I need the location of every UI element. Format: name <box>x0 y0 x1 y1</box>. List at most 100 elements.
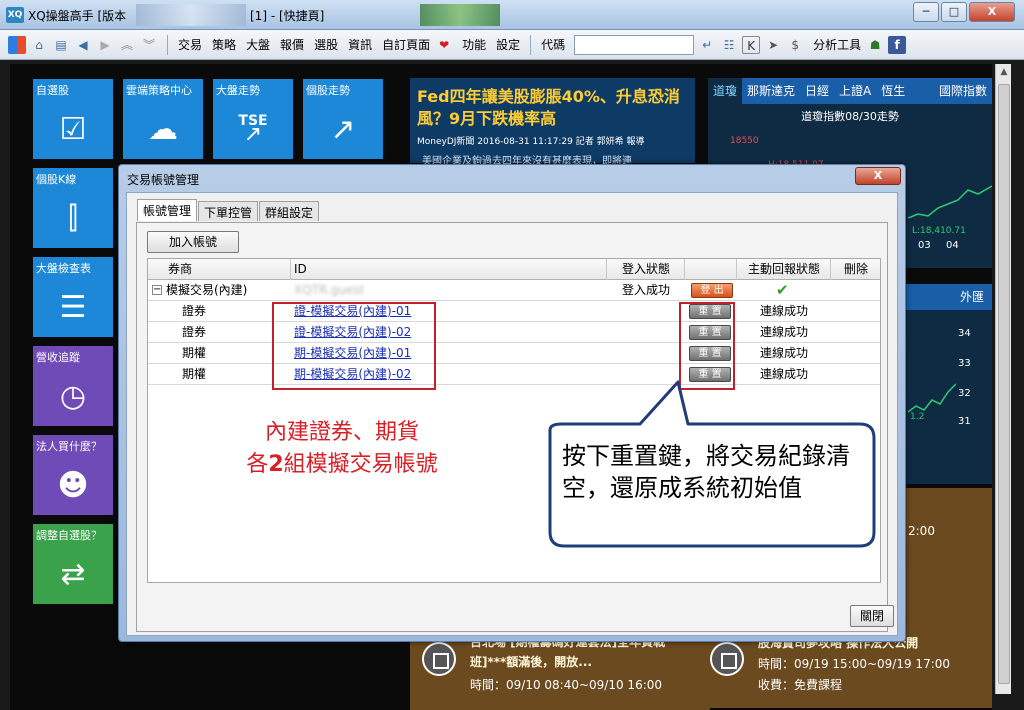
menu-function[interactable]: 功能 <box>462 36 486 53</box>
vertical-scrollbar[interactable]: ▲ <box>995 64 1011 694</box>
row-type: 證券 <box>182 325 207 339</box>
back-arrow-icon[interactable]: ◀ <box>74 36 92 54</box>
tile-cloud-strategy[interactable]: 雲端策略中心 ☁ <box>123 79 203 159</box>
scroll-thumb[interactable] <box>998 84 1010 684</box>
tab-account-management[interactable]: 帳號管理 <box>137 199 198 221</box>
tab-shanghai[interactable]: 上證A <box>834 78 876 104</box>
col-divider <box>736 259 737 280</box>
tile-institutional-buys[interactable]: 法人買什麼？ ☻ <box>33 435 113 515</box>
fx-y-label: 34 <box>958 328 971 339</box>
tile-adjust-watchlist[interactable]: 調整自選股？ ⇄ <box>33 524 113 604</box>
tab-dow[interactable]: 道瓊 <box>708 78 743 104</box>
event-time-fragment: 2:00 <box>908 524 935 538</box>
tile-stock-trend[interactable]: 個股走勢 ↗ <box>303 79 383 159</box>
trend-line-icon: ↗ <box>243 122 263 147</box>
chevron-down-icon[interactable]: ︾ <box>140 36 158 54</box>
tab-group-settings[interactable]: 群組設定 <box>259 201 320 221</box>
menu-settings[interactable]: 設定 <box>496 36 520 53</box>
index-line-chart <box>908 185 992 219</box>
col-divider <box>684 259 685 280</box>
favorite-icon[interactable]: ❤ <box>435 36 453 54</box>
tile-stock-kline[interactable]: 個股K線 ⫿ <box>33 168 113 248</box>
cursor-icon[interactable]: ➤ <box>764 36 782 54</box>
fx-y-label: 32 <box>958 388 971 399</box>
group-row[interactable]: − 模擬交易(內建) XQTR.guest 登入成功 登 出 ✔ <box>148 280 880 301</box>
menu-stock-picker[interactable]: 選股 <box>314 36 338 53</box>
fx-y-label: 31 <box>958 416 971 427</box>
menu-info[interactable]: 資訊 <box>348 36 372 53</box>
dialog-tabs: 帳號管理 下單控管 群組設定 <box>137 199 320 221</box>
tab-hangseng[interactable]: 恆生 <box>876 78 910 104</box>
facebook-icon[interactable]: f <box>888 35 907 54</box>
menu-analysis-tool[interactable]: 分析工具 <box>813 36 861 53</box>
calendar-icon <box>422 642 456 676</box>
news-headline[interactable]: Fed四年讓美股膨脹40%、升息恐消風？9月下跌機率高 <box>417 86 687 130</box>
tile-label: 個股K線 <box>36 173 77 186</box>
maximize-button[interactable]: □ <box>941 2 967 22</box>
tile-revenue-tracking[interactable]: 營收追蹤 ◷ <box>33 346 113 426</box>
col-divider <box>606 259 607 280</box>
annotation-each: 各 <box>246 452 269 477</box>
minimize-button[interactable]: ─ <box>913 2 939 22</box>
dialog-close-button[interactable]: X <box>855 167 901 185</box>
table-row[interactable]: 期權 期-模擬交易(內建)-01 重 置 連線成功 <box>148 343 880 364</box>
menu-strategy[interactable]: 策略 <box>212 36 236 53</box>
table-row[interactable]: 證券 證-模擬交易(內建)-02 重 置 連線成功 <box>148 322 880 343</box>
window-title: XQ操盤高手 [版本 <box>28 9 127 23</box>
code-input[interactable] <box>574 34 695 55</box>
k-chart-icon[interactable]: K <box>742 35 761 54</box>
tab-nasdaq[interactable]: 那斯達克 <box>742 78 800 104</box>
col-id[interactable]: ID <box>294 259 307 280</box>
index-tabs: 道瓊 那斯達克 日經 上證A 恆生 國際指數 <box>708 78 992 104</box>
group-id: XQTR.guest <box>294 283 365 297</box>
forward-arrow-icon[interactable]: ▶ <box>96 36 114 54</box>
tab-nikkei[interactable]: 日經 <box>800 78 834 104</box>
home-icon[interactable]: ⌂ <box>30 36 48 54</box>
col-divider <box>290 259 291 280</box>
page-icon[interactable]: ▤ <box>52 36 70 54</box>
col-report-status[interactable]: 主動回報狀態 <box>748 259 820 280</box>
account-icon[interactable]: ☗ <box>866 36 884 54</box>
tile-watchlist[interactable]: 自選股 ☑ <box>33 79 113 159</box>
col-broker[interactable]: 券商 <box>168 259 192 280</box>
menu-custom-page[interactable]: 自訂頁面 <box>382 36 430 53</box>
table-row[interactable]: 證券 證-模擬交易(內建)-01 重 置 連線成功 <box>148 301 880 322</box>
menu-trade[interactable]: 交易 <box>178 36 202 53</box>
chart-x-label: 03 <box>918 240 931 251</box>
tile-market-checklist[interactable]: 大盤檢查表 ☰ <box>33 257 113 337</box>
menu-market[interactable]: 大盤 <box>246 36 270 53</box>
toolbar: ⌂ ▤ ◀ ▶ ︽ ︾ 交易 策略 大盤 報價 選股 資訊 自訂頁面 ❤ 功能 … <box>0 30 1024 60</box>
col-login-status[interactable]: 登入狀態 <box>622 259 670 280</box>
enter-icon[interactable]: ↵ <box>698 36 716 54</box>
news-panel[interactable]: Fed四年讓美股膨脹40%、升息恐消風？9月下跌機率高 MoneyDJ新聞 20… <box>410 78 695 167</box>
window-title-suffix: [1] - [快捷頁] <box>250 9 325 23</box>
checkbox-icon: ☑ <box>59 112 87 147</box>
app-logo-icon: XQ <box>6 7 24 23</box>
window-close-button[interactable]: X <box>969 2 1015 22</box>
chart-y-label-top: 18550 <box>730 136 759 146</box>
dollar-icon[interactable]: $ <box>786 36 804 54</box>
layout-grid-icon[interactable] <box>8 35 26 54</box>
logout-button[interactable]: 登 出 <box>691 283 733 298</box>
collapse-icon[interactable]: − <box>152 285 162 295</box>
blurred-version <box>136 4 246 26</box>
tab-international[interactable]: 國際指數 <box>934 78 992 104</box>
callout-text: 按下重置鍵，將交易紀錄清空，還原成系統初始值 <box>562 442 850 502</box>
grid-header: 券商 ID 登入狀態 主動回報狀態 刪除 <box>148 259 880 280</box>
scroll-up-icon[interactable]: ▲ <box>996 64 1012 80</box>
event-time: 時間：09/10 08:40~09/10 16:00 <box>470 678 663 692</box>
fx-low-label: 1.2 <box>910 412 925 422</box>
close-button[interactable]: 關閉 <box>850 605 894 627</box>
quote-list-icon[interactable]: ☷ <box>720 36 738 54</box>
tile-label: 大盤檢查表 <box>36 262 91 275</box>
add-account-button[interactable]: 加入帳號 <box>147 231 239 253</box>
check-icon: ✔ <box>776 281 789 299</box>
tile-market-trend[interactable]: 大盤走勢 TSE ↗ <box>213 79 293 159</box>
row-report-status: 連線成功 <box>760 346 809 360</box>
chevron-up-icon[interactable]: ︽ <box>118 36 136 54</box>
tile-label: 個股走勢 <box>306 84 350 97</box>
col-delete[interactable]: 刪除 <box>844 259 868 280</box>
tab-order-control[interactable]: 下單控管 <box>198 201 259 221</box>
menu-quote[interactable]: 報價 <box>280 36 304 53</box>
tile-label: 營收追蹤 <box>36 351 80 364</box>
